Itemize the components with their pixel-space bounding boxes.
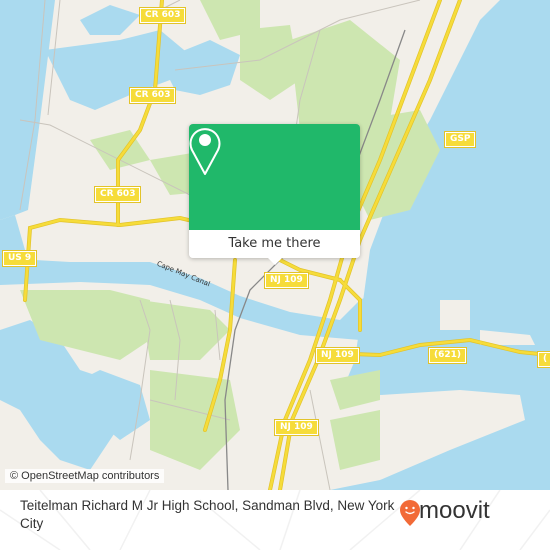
location-pin-icon: [189, 128, 221, 175]
road-shield-nj109: NJ 109: [274, 419, 319, 436]
road-shield-nj109: NJ 109: [315, 347, 360, 364]
take-me-there-button[interactable]: Take me there: [189, 230, 360, 258]
popup-pointer: [268, 258, 282, 265]
road-shield-cr621-partial: (: [536, 351, 550, 368]
map-view[interactable]: CR 603 CR 603 CR 603 US 9 GSP NJ 109 NJ …: [0, 0, 550, 490]
road-shield-gsp: GSP: [443, 131, 477, 148]
moovit-logo[interactable]: moovit: [399, 497, 539, 529]
road-shield-nj109: NJ 109: [264, 272, 309, 289]
moovit-wordmark: moovit: [419, 497, 490, 524]
map-attribution[interactable]: © OpenStreetMap contributors: [5, 469, 165, 483]
location-popup: Take me there: [189, 124, 360, 265]
popup-header: [189, 124, 360, 230]
road-shield-cr621: (621): [427, 347, 468, 364]
road-shield-us9: US 9: [1, 250, 38, 267]
moovit-pin-icon: [400, 500, 420, 526]
destination-address: Teitelman Richard M Jr High School, Sand…: [20, 498, 395, 531]
road-shield-cr603: CR 603: [138, 7, 187, 24]
road-shield-cr603: CR 603: [93, 186, 142, 203]
footer: Teitelman Richard M Jr High School, Sand…: [0, 490, 550, 550]
road-shield-cr603: CR 603: [128, 87, 177, 104]
